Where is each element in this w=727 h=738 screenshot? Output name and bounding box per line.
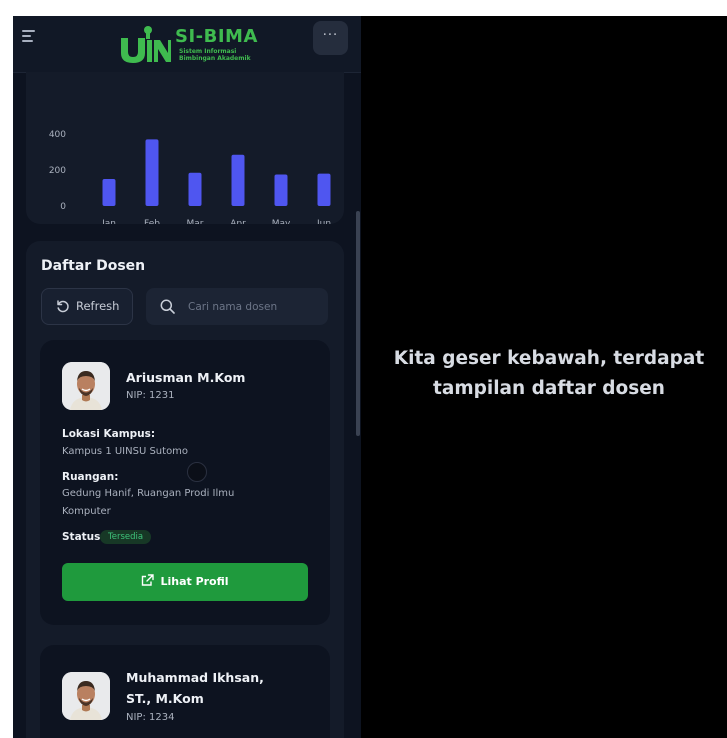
bar-jan[interactable]: [102, 179, 116, 206]
menu-icon[interactable]: [22, 30, 38, 44]
lecturer-avatar: [62, 362, 110, 410]
refresh-icon: [57, 300, 69, 313]
bar-feb[interactable]: [145, 139, 159, 206]
y-tick-label: 400: [49, 130, 66, 140]
view-profile-button[interactable]: Lihat Profil: [62, 563, 308, 601]
touch-indicator: [187, 462, 207, 482]
lecturer-card: Ariusman M.Kom NIP: 1231 Lokasi Kampus: …: [40, 340, 330, 625]
x-tick-label: Jan: [101, 219, 116, 224]
y-tick-label: 0: [60, 202, 66, 212]
x-tick-label: Apr: [230, 219, 246, 224]
refresh-button[interactable]: Refresh: [41, 288, 133, 325]
phone-screen: SI-BIMA Sistem Informasi Bimbingan Akade…: [13, 16, 361, 738]
external-link-icon: [142, 574, 155, 586]
lecturer-name: Ariusman M.Kom: [126, 370, 246, 385]
status-badge: Tersedia: [100, 530, 152, 544]
video-caption: Kita geser kebawah, terdapat tampilan da…: [393, 348, 705, 399]
section-title: Daftar Dosen: [41, 258, 146, 274]
campus-location-value: Kampus 1 UINSU Sutomo: [62, 446, 189, 457]
x-tick-label: May: [272, 219, 291, 224]
avatar-photo-icon: [62, 362, 110, 410]
room-value: Gedung Hanif, Ruangan Prodi Ilmu Kompute…: [62, 488, 235, 517]
x-tick-label: Mar: [187, 219, 204, 224]
lecturer-nip: NIP: 1231: [126, 390, 175, 401]
refresh-label: Refresh: [76, 299, 120, 313]
status-label: Status: [62, 531, 101, 543]
search-box[interactable]: [146, 288, 328, 325]
bar-jun[interactable]: [317, 173, 331, 206]
more-options-button[interactable]: ···: [313, 21, 348, 55]
room-label: Ruangan:: [62, 471, 119, 483]
video-frame: SI-BIMA Sistem Informasi Bimbingan Akade…: [13, 16, 727, 738]
app-subtitle-line1: Sistem Informasi: [179, 48, 237, 55]
bar-may[interactable]: [274, 174, 288, 207]
lecturer-nip: NIP: 1234: [126, 712, 175, 723]
x-tick-label: Feb: [144, 219, 160, 224]
app-title: SI-BIMA: [175, 26, 258, 47]
lecturer-list-section: Daftar Dosen Refresh Cari nama dosen Ari…: [26, 241, 344, 738]
app-logo[interactable]: SI-BIMA Sistem Informasi Bimbingan Akade…: [117, 18, 267, 66]
lecturer-avatar: [62, 672, 110, 720]
campus-location-label: Lokasi Kampus:: [62, 428, 156, 440]
top-app-bar: SI-BIMA Sistem Informasi Bimbingan Akade…: [13, 16, 361, 73]
x-tick-label: Jun: [316, 219, 331, 224]
app-subtitle: Sistem Informasi Bimbingan Akademik: [179, 48, 259, 62]
lecturer-name: Muhammad Ikhsan, ST., M.Kom: [126, 670, 264, 706]
lecturer-card: Muhammad Ikhsan, ST., M.Kom NIP: 1234: [40, 645, 330, 738]
bar-apr[interactable]: [231, 154, 245, 206]
bar-chart: 0 200 400 Jan Feb Mar Apr May Jun: [49, 130, 331, 224]
uin-logo-icon: [121, 26, 171, 63]
statistics-chart-card: 0 200 400 Jan Feb Mar Apr May Jun: [26, 72, 344, 224]
search-input[interactable]: [186, 297, 320, 317]
avatar-photo-icon: [62, 672, 110, 720]
y-tick-label: 200: [49, 166, 66, 176]
app-subtitle-line2: Bimbingan Akademik: [179, 55, 251, 62]
search-icon: [160, 299, 175, 314]
view-profile-label: Lihat Profil: [160, 575, 229, 588]
bar-mar[interactable]: [188, 172, 202, 206]
